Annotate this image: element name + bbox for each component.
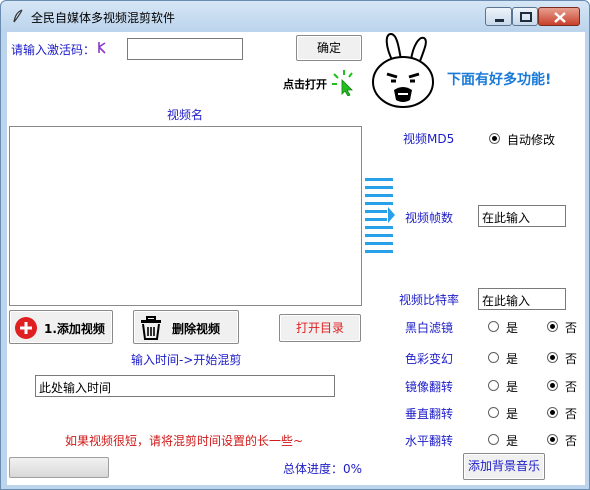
filter-label: 垂直翻转	[405, 407, 454, 421]
cursor-marker-icon	[98, 42, 106, 54]
filter-label: 色彩变幻	[405, 352, 454, 366]
filter-label: 黑白滤镜	[405, 321, 454, 335]
bunny-mascot-icon	[372, 32, 434, 108]
filter-yes-radio[interactable]	[488, 434, 499, 445]
bitrate-input[interactable]: 在此输入	[478, 288, 566, 310]
add-music-button[interactable]: 添加背景音乐	[463, 453, 545, 480]
fps-label: 视频帧数	[405, 211, 454, 225]
hint-text: 如果视频很短，请将混剪时间设置的长一些~	[65, 434, 304, 448]
progress-bar	[9, 457, 109, 478]
delete-video-button[interactable]: 删除视频	[133, 310, 239, 344]
main-panel: 请输入激活码： 确定 点击打开 下面有好多功能! 视频名 1.添加视频 删除视频…	[7, 32, 585, 485]
filter-label: 镜像翻转	[405, 380, 454, 394]
filter-yes-radio[interactable]	[488, 352, 499, 363]
add-video-button[interactable]: 1.添加视频	[9, 310, 113, 344]
filter-yes-label: 是	[506, 407, 519, 421]
promo-text: 下面有好多功能!	[447, 72, 552, 88]
expand-arrow-icon[interactable]	[363, 177, 397, 257]
click-open-label[interactable]: 点击打开	[283, 76, 327, 92]
bitrate-label: 视频比特率	[399, 293, 460, 307]
filter-yes-radio[interactable]	[488, 407, 499, 418]
trash-icon	[141, 316, 161, 340]
activation-label: 请输入激活码：	[11, 43, 96, 57]
filter-no-radio[interactable]	[547, 352, 558, 363]
close-icon	[554, 12, 566, 23]
filter-no-label: 否	[565, 321, 578, 335]
filter-label: 水平翻转	[405, 434, 454, 448]
confirm-button[interactable]: 确定	[296, 35, 362, 61]
open-dir-button[interactable]: 打开目录	[279, 314, 361, 342]
add-icon	[15, 317, 37, 339]
filter-yes-radio[interactable]	[488, 321, 499, 332]
filter-no-label: 否	[565, 407, 578, 421]
activation-code-input[interactable]	[127, 38, 243, 60]
video-listbox[interactable]	[9, 126, 362, 306]
filter-no-radio[interactable]	[547, 321, 558, 332]
filter-no-radio[interactable]	[547, 380, 558, 391]
app-window: 全民自媒体多视频混剪软件 请输入激活码： 确定 点击打开 下面有好多功能! 视频…	[0, 0, 590, 490]
add-video-label: 1.添加视频	[44, 322, 105, 336]
filter-yes-label: 是	[506, 380, 519, 394]
progress-label: 总体进度：0%	[283, 462, 363, 476]
filter-yes-label: 是	[506, 352, 519, 366]
mix-time-input[interactable]: 此处输入时间	[35, 375, 335, 397]
filter-yes-label: 是	[506, 321, 519, 335]
sparkle-cursor-icon[interactable]	[330, 68, 358, 96]
filter-no-label: 否	[565, 434, 578, 448]
fps-input[interactable]: 在此输入	[478, 205, 566, 227]
title-bar[interactable]: 全民自媒体多视频混剪软件	[1, 1, 589, 31]
delete-video-label: 删除视频	[172, 322, 221, 336]
filter-no-label: 否	[565, 380, 578, 394]
md5-label: 视频MD5	[403, 132, 455, 146]
close-button[interactable]	[538, 7, 580, 26]
minimize-button[interactable]	[485, 7, 512, 26]
maximize-button[interactable]	[512, 7, 538, 26]
feather-icon	[13, 9, 23, 23]
filter-no-radio[interactable]	[547, 434, 558, 445]
video-list-header: 视频名	[167, 108, 204, 122]
mix-time-label: 输入时间->开始混剪	[131, 353, 242, 367]
window-title: 全民自媒体多视频混剪软件	[31, 11, 176, 25]
md5-auto-label: 自动修改	[507, 133, 556, 147]
md5-auto-radio[interactable]	[489, 133, 500, 144]
filter-yes-label: 是	[506, 434, 519, 448]
minimize-icon	[495, 19, 504, 22]
filter-no-radio[interactable]	[547, 407, 558, 418]
filter-no-label: 否	[565, 352, 578, 366]
maximize-icon	[520, 12, 532, 22]
filter-yes-radio[interactable]	[488, 380, 499, 391]
